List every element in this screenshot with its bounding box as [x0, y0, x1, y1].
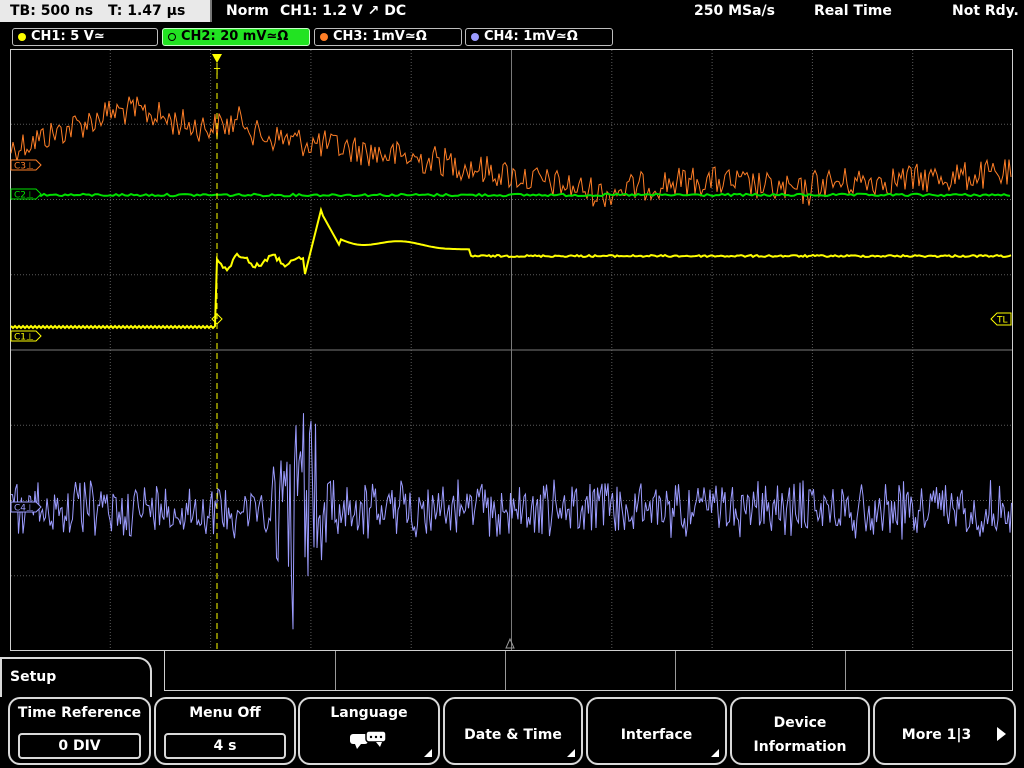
softkey-title: Device Information [732, 711, 868, 759]
time-reference-value: 0 DIV [18, 733, 141, 759]
trigger-mode-label[interactable]: Norm [226, 3, 269, 19]
ch1-color-dot [18, 33, 26, 41]
tab-ch2-label: CH2: 20 mV≃Ω [181, 29, 289, 44]
trigger-info-label[interactable]: CH1: 1.2 V ↗ DC [280, 3, 406, 19]
ch3-ground-marker[interactable]: C3⊥ [10, 159, 42, 172]
trigger-time-label: T: 1.47 µs [107, 3, 186, 19]
ch4-ground-marker[interactable]: C4⊥ [10, 501, 42, 514]
softkey-title: Time Reference [17, 705, 142, 721]
device-information-softkey[interactable]: Device Information [730, 697, 870, 765]
trigger-level-label: TL [996, 316, 1008, 326]
acquisition-state-label: Not Rdy. [952, 3, 1019, 19]
submenu-indicator-icon [424, 749, 432, 757]
submenu-indicator-icon [711, 749, 719, 757]
menu-title: Setup [10, 669, 57, 685]
panel-divider [335, 651, 336, 690]
trigger-t-label: T [213, 67, 221, 78]
ch2-color-dot [168, 33, 176, 41]
softkey-title: Date & Time [464, 727, 562, 743]
menu-off-softkey[interactable]: Menu Off 4 s [154, 697, 296, 765]
ch3-color-dot [320, 33, 328, 41]
lower-info-panel [164, 651, 1013, 691]
ch4-marker-label: C4⊥ [14, 504, 34, 514]
ch1-ground-marker[interactable]: C1⊥ [10, 330, 42, 343]
language-softkey[interactable]: Language [298, 697, 440, 765]
ch4-color-dot [471, 33, 479, 41]
softkey-title: More 1|3 [901, 727, 972, 743]
ch2-marker-label: C2⊥ [14, 191, 34, 201]
waveform-display[interactable]: T C3⊥ C2⊥ C1⊥ C4⊥ TL [10, 49, 1013, 651]
sample-rate-label: 250 MSa/s [694, 3, 776, 19]
date-time-softkey[interactable]: Date & Time [443, 697, 583, 765]
timebase-display[interactable]: TB: 500 ns T: 1.47 µs [0, 0, 212, 22]
softkey-title: Menu Off [189, 705, 261, 721]
menu-off-value: 4 s [164, 733, 286, 759]
ch3-marker-label: C3⊥ [14, 162, 34, 172]
softkey-title-line2: Information [753, 739, 847, 755]
interface-softkey[interactable]: Interface [586, 697, 727, 765]
ch1-marker-label: C1⊥ [14, 333, 34, 343]
tab-ch1[interactable]: CH1: 5 V≃ [12, 28, 158, 46]
ch2-ground-marker[interactable]: C2⊥ [10, 188, 42, 201]
softkey-title: Language [330, 705, 408, 721]
acquisition-mode-label: Real Time [814, 3, 892, 19]
panel-divider [845, 651, 846, 690]
tab-ch2[interactable]: CH2: 20 mV≃Ω [162, 28, 310, 46]
tab-ch4-label: CH4: 1mV≃Ω [484, 29, 578, 44]
tab-ch3-label: CH3: 1mV≃Ω [333, 29, 427, 44]
softkey-title-line1: Device [773, 715, 827, 731]
panel-divider [675, 651, 676, 690]
softkey-title: Interface [620, 727, 693, 743]
submenu-indicator-icon [567, 749, 575, 757]
speech-bubble-icon [350, 730, 387, 749]
panel-divider [505, 651, 506, 690]
more-softkey[interactable]: More 1|3 [873, 697, 1016, 765]
tab-ch4[interactable]: CH4: 1mV≃Ω [465, 28, 613, 46]
menu-title-tab: Setup [0, 657, 152, 697]
next-page-arrow-icon [997, 727, 1006, 741]
timebase-label: TB: 500 ns [10, 3, 94, 19]
tab-ch1-label: CH1: 5 V≃ [31, 29, 105, 44]
status-bar: TB: 500 ns T: 1.47 µs Norm CH1: 1.2 V ↗ … [0, 0, 1024, 24]
time-reference-softkey[interactable]: Time Reference 0 DIV [8, 697, 151, 765]
tab-ch3[interactable]: CH3: 1mV≃Ω [314, 28, 462, 46]
